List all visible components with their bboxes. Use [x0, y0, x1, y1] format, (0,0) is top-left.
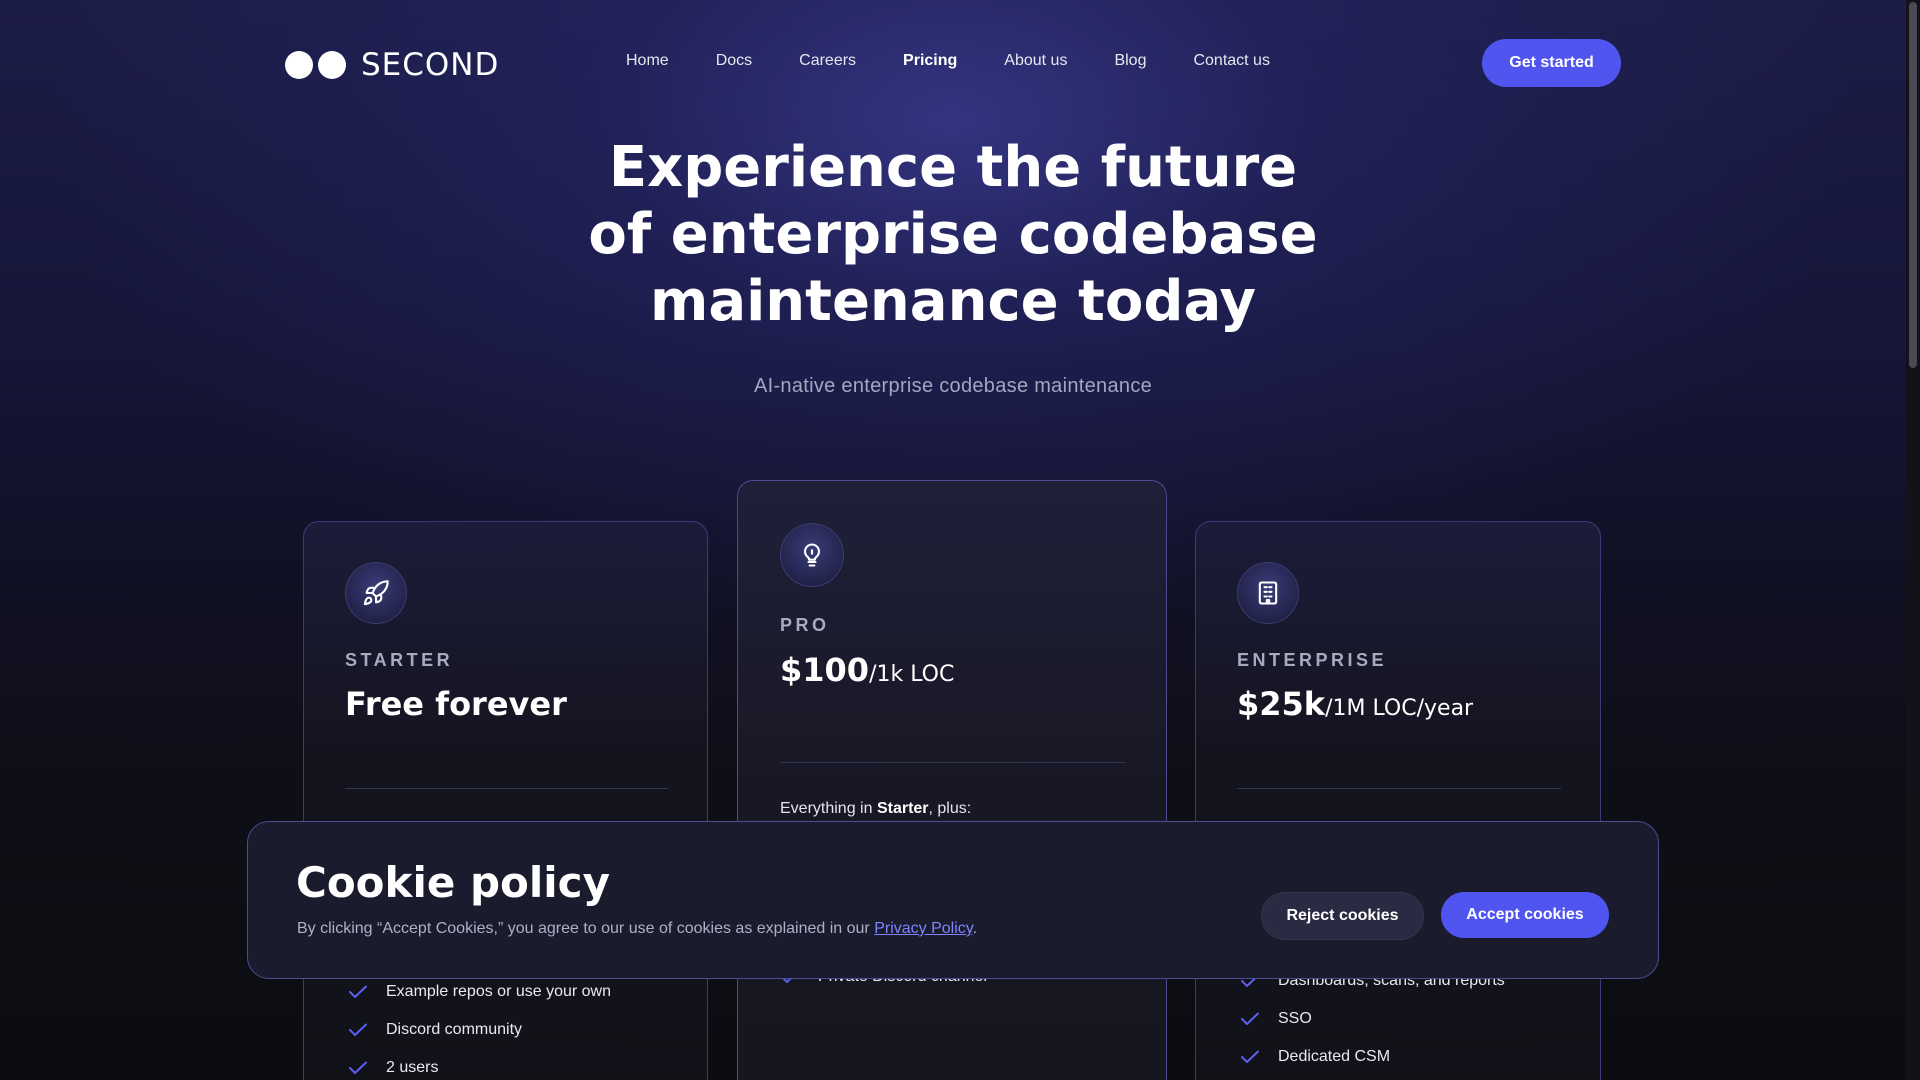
logo-dot-right	[318, 51, 346, 79]
hero-title: Experience the future of enterprise code…	[560, 134, 1346, 335]
hero-title-line-1: Experience the future	[608, 135, 1298, 200]
check-icon	[349, 1061, 367, 1074]
feature-item: Discord community	[348, 1021, 522, 1039]
reject-cookies-button[interactable]: Reject cookies	[1261, 892, 1424, 940]
plan-price-enterprise: $25k/1M LOC/year	[1237, 685, 1473, 723]
plan-price-starter: Free forever	[345, 685, 567, 723]
plan-card-pro: PRO $100/1k LOC Everything in Starter, p…	[737, 480, 1167, 1080]
card-divider	[780, 762, 1126, 763]
feature-label: Discord community	[386, 1021, 523, 1038]
everything-in-text: Everything in Starter, plus:	[780, 800, 971, 818]
plan-price-value: Free forever	[345, 685, 567, 723]
plan-price-unit: /1M LOC/year	[1325, 696, 1474, 721]
check-icon	[1241, 1050, 1259, 1063]
feature-label: Dedicated CSM	[1278, 1048, 1391, 1065]
cookie-text-body: By clicking “Accept Cookies,” you agree …	[297, 920, 875, 937]
check-icon	[349, 1023, 367, 1036]
feature-label: SSO	[1278, 1010, 1312, 1027]
everything-suffix: , plus:	[928, 800, 972, 817]
check-icon	[1241, 1012, 1259, 1025]
card-divider	[345, 788, 668, 789]
nav-careers[interactable]: Careers	[799, 52, 856, 70]
cookie-text: By clicking “Accept Cookies,” you agree …	[297, 920, 977, 938]
logo-dot-left	[285, 51, 313, 79]
building-icon	[1237, 562, 1299, 624]
everything-prefix: Everything in	[780, 800, 877, 817]
hero-title-line-3: maintenance today	[649, 269, 1257, 334]
privacy-policy-link[interactable]: Privacy Policy	[874, 920, 972, 937]
feature-item: Example repos or use your own	[348, 983, 611, 1001]
card-divider	[1237, 788, 1561, 789]
nav-contact-us[interactable]: Contact us	[1193, 52, 1269, 70]
hero-title-line-2: of enterprise codebase	[588, 202, 1318, 267]
main-menu: Home Docs Careers Pricing About us Blog …	[626, 52, 1317, 70]
hero-subtitle: AI-native enterprise codebase maintenanc…	[753, 375, 1153, 397]
everything-plan: Starter	[876, 800, 929, 817]
plan-card-enterprise: ENTERPRISE $25k/1M LOC/year Dashboards, …	[1195, 521, 1601, 1080]
plan-price-value: $100	[780, 651, 870, 689]
cookie-title: Cookie policy	[296, 858, 610, 907]
plan-card-starter: STARTER Free forever Example repos or us…	[303, 521, 708, 1080]
cookie-text-end: .	[972, 920, 978, 937]
page-scrollbar[interactable]	[1906, 0, 1920, 1080]
check-icon	[349, 985, 367, 998]
feature-item: SSO	[1240, 1010, 1312, 1028]
plan-name-enterprise: ENTERPRISE	[1237, 650, 1388, 670]
get-started-button[interactable]: Get started	[1482, 39, 1621, 87]
brand-name: SECOND	[361, 47, 500, 83]
brand-logo[interactable]: SECOND	[285, 47, 499, 83]
nav-home[interactable]: Home	[626, 52, 669, 70]
lightbulb-icon	[780, 523, 844, 587]
cookie-banner: Cookie policy By clicking “Accept Cookie…	[247, 821, 1659, 979]
scrollbar-thumb[interactable]	[1909, 2, 1917, 368]
accept-cookies-button[interactable]: Accept cookies	[1441, 892, 1609, 938]
plan-price-unit: /1k LOC	[869, 662, 955, 687]
top-navbar: SECOND Home Docs Careers Pricing About u…	[0, 0, 1906, 126]
feature-label: Example repos or use your own	[386, 983, 611, 1000]
rocket-icon	[345, 562, 407, 624]
plan-price-value: $25k	[1237, 685, 1326, 723]
plan-name-pro: PRO	[780, 615, 830, 635]
nav-about-us[interactable]: About us	[1004, 52, 1067, 70]
feature-item: Dedicated CSM	[1240, 1048, 1390, 1066]
nav-docs[interactable]: Docs	[716, 52, 752, 70]
plan-price-pro: $100/1k LOC	[780, 651, 954, 689]
nav-pricing[interactable]: Pricing	[903, 52, 957, 70]
plan-name-starter: STARTER	[345, 650, 454, 670]
nav-blog[interactable]: Blog	[1114, 52, 1146, 70]
feature-item: 2 users	[348, 1059, 438, 1077]
feature-label: 2 users	[386, 1059, 439, 1076]
